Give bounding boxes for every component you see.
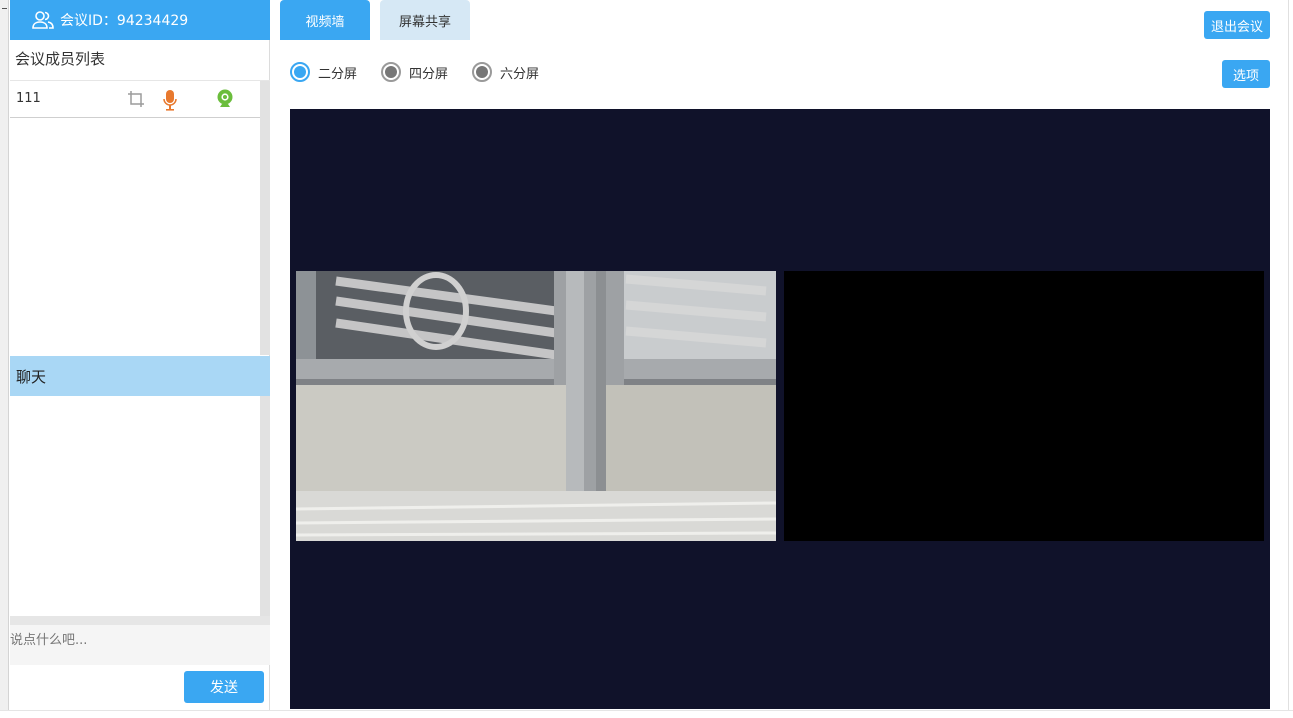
- member-list-scrollbar[interactable]: [260, 81, 270, 355]
- chat-divider: [10, 616, 270, 625]
- chat-scrollbar[interactable]: [260, 396, 270, 616]
- chat-messages: [10, 396, 270, 616]
- exit-meeting-button[interactable]: 退出会议: [1204, 11, 1270, 39]
- layout-option-four[interactable]: 四分屏: [381, 62, 448, 82]
- member-list: 111: [10, 80, 270, 355]
- layout-option-label: 六分屏: [500, 66, 540, 82]
- radio-icon[interactable]: [381, 62, 402, 82]
- layout-option-two[interactable]: 二分屏: [290, 62, 357, 82]
- tab-video-wall[interactable]: 视频墙: [280, 0, 370, 40]
- camera-feed-image: [296, 271, 776, 541]
- layout-option-label: 二分屏: [318, 66, 358, 82]
- layout-option-six[interactable]: 六分屏: [472, 62, 539, 82]
- member-name: 111: [16, 91, 41, 106]
- options-button[interactable]: 选项: [1222, 60, 1270, 88]
- tab-screen-share[interactable]: 屏幕共享: [380, 0, 470, 40]
- users-icon: [32, 9, 54, 31]
- radio-icon[interactable]: [290, 62, 310, 82]
- app-window: 会议ID：94234429 会议成员列表 111 聊天 说点什么吧... 发送 …: [0, 0, 1293, 718]
- layout-radio-group: 二分屏 四分屏 六分屏: [290, 61, 563, 83]
- video-tile-camera-feed[interactable]: [296, 271, 776, 541]
- meeting-id-label: 会议ID：94234429: [60, 13, 189, 29]
- video-tile-empty[interactable]: [784, 271, 1264, 541]
- meeting-id-bar: 会议ID：94234429: [10, 0, 270, 40]
- chat-input[interactable]: [10, 625, 270, 665]
- member-row[interactable]: 111: [10, 81, 260, 118]
- microphone-icon[interactable]: [163, 89, 177, 111]
- window-bottom-edge: [0, 710, 1293, 718]
- video-wall: [290, 109, 1270, 709]
- window-right-edge: [1288, 0, 1293, 718]
- send-button[interactable]: 发送: [184, 671, 264, 703]
- members-title: 会议成员列表: [15, 50, 106, 68]
- crop-icon[interactable]: [127, 90, 145, 108]
- sidebar: 会议ID：94234429 会议成员列表 111 聊天 说点什么吧... 发送: [10, 0, 270, 710]
- webcam-icon[interactable]: [216, 89, 234, 109]
- radio-icon[interactable]: [472, 62, 493, 82]
- layout-option-label: 四分屏: [409, 66, 449, 82]
- window-left-edge: [0, 0, 9, 718]
- chat-header: 聊天: [10, 356, 270, 396]
